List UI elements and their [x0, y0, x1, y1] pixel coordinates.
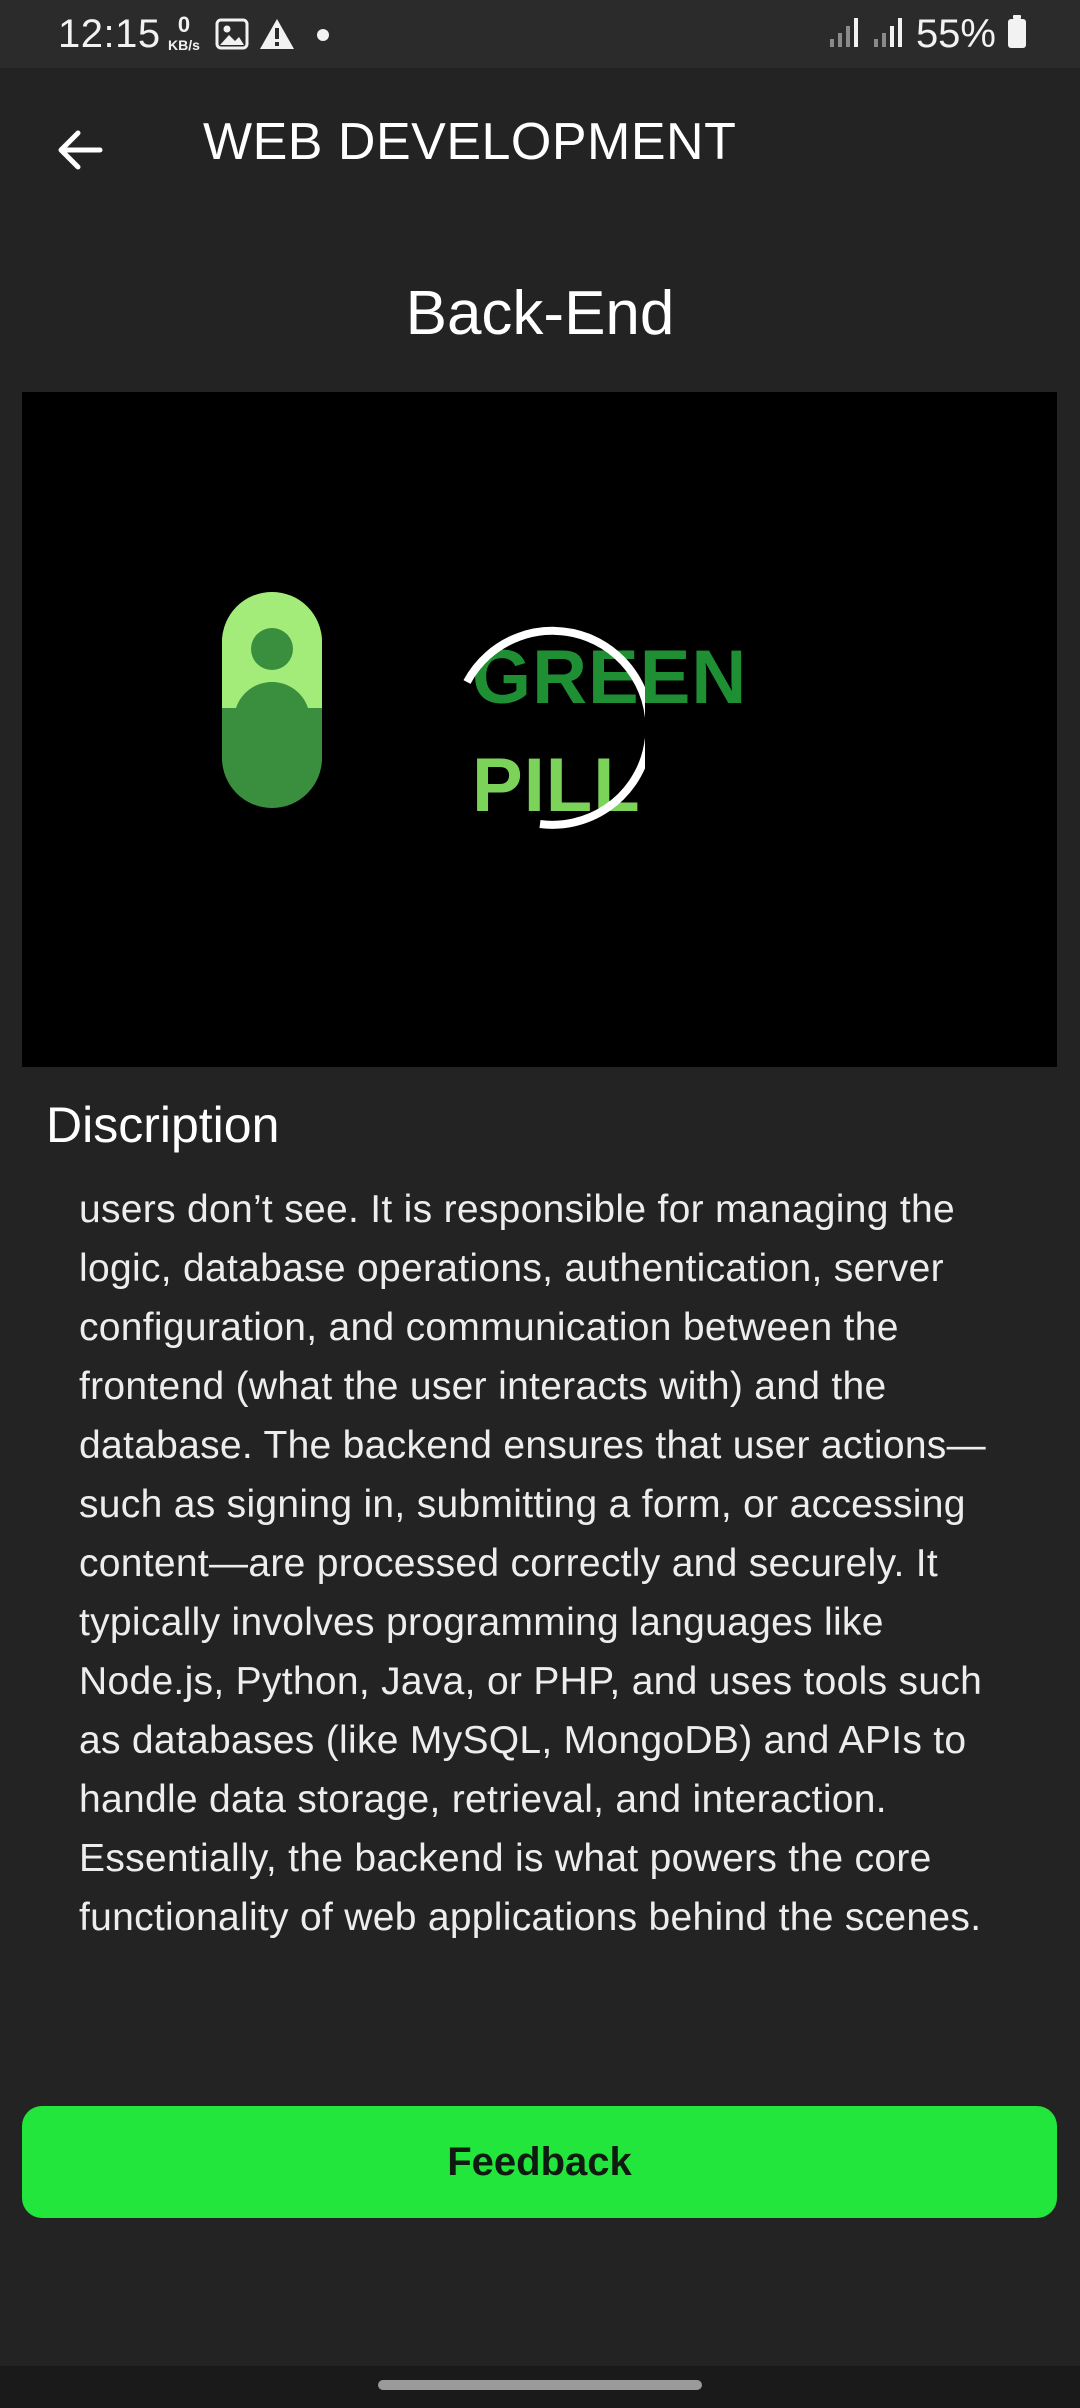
- back-button[interactable]: [40, 110, 120, 190]
- video-player[interactable]: GREEN PILL: [22, 392, 1057, 1067]
- page-title: Back-End: [405, 279, 675, 348]
- warning-icon: [258, 16, 296, 57]
- arrow-left-icon: [58, 130, 103, 170]
- description-heading: Discription: [46, 1097, 280, 1153]
- screen: 12:15 0 KB/s 55% WEB DEVELOPMENT Back-En…: [0, 0, 1080, 2408]
- dot-icon: [316, 28, 330, 47]
- status-bar: 12:15 0 KB/s 55%: [0, 0, 1080, 68]
- status-right: 55%: [828, 12, 1028, 56]
- image-icon: [214, 16, 250, 57]
- signal-icon: [828, 15, 862, 54]
- loading-spinner-icon: [463, 626, 645, 829]
- net-speed: 0 KB/s: [160, 12, 208, 53]
- app-bar-title: WEB DEVELOPMENT: [203, 113, 737, 171]
- app-bar: WEB DEVELOPMENT: [0, 68, 1080, 218]
- signal-icon: [872, 15, 906, 54]
- description-text: users don’t see. It is responsible for m…: [79, 1188, 986, 1939]
- net-speed-unit: KB/s: [168, 37, 200, 53]
- pill-logo-icon: [222, 592, 322, 808]
- status-time: 12:15: [58, 12, 161, 56]
- net-speed-value: 0: [177, 12, 191, 37]
- home-indicator[interactable]: [378, 2380, 702, 2390]
- feedback-button[interactable]: Feedback: [22, 2106, 1057, 2218]
- battery-icon: [1006, 14, 1028, 55]
- battery-percent: 55%: [915, 11, 996, 56]
